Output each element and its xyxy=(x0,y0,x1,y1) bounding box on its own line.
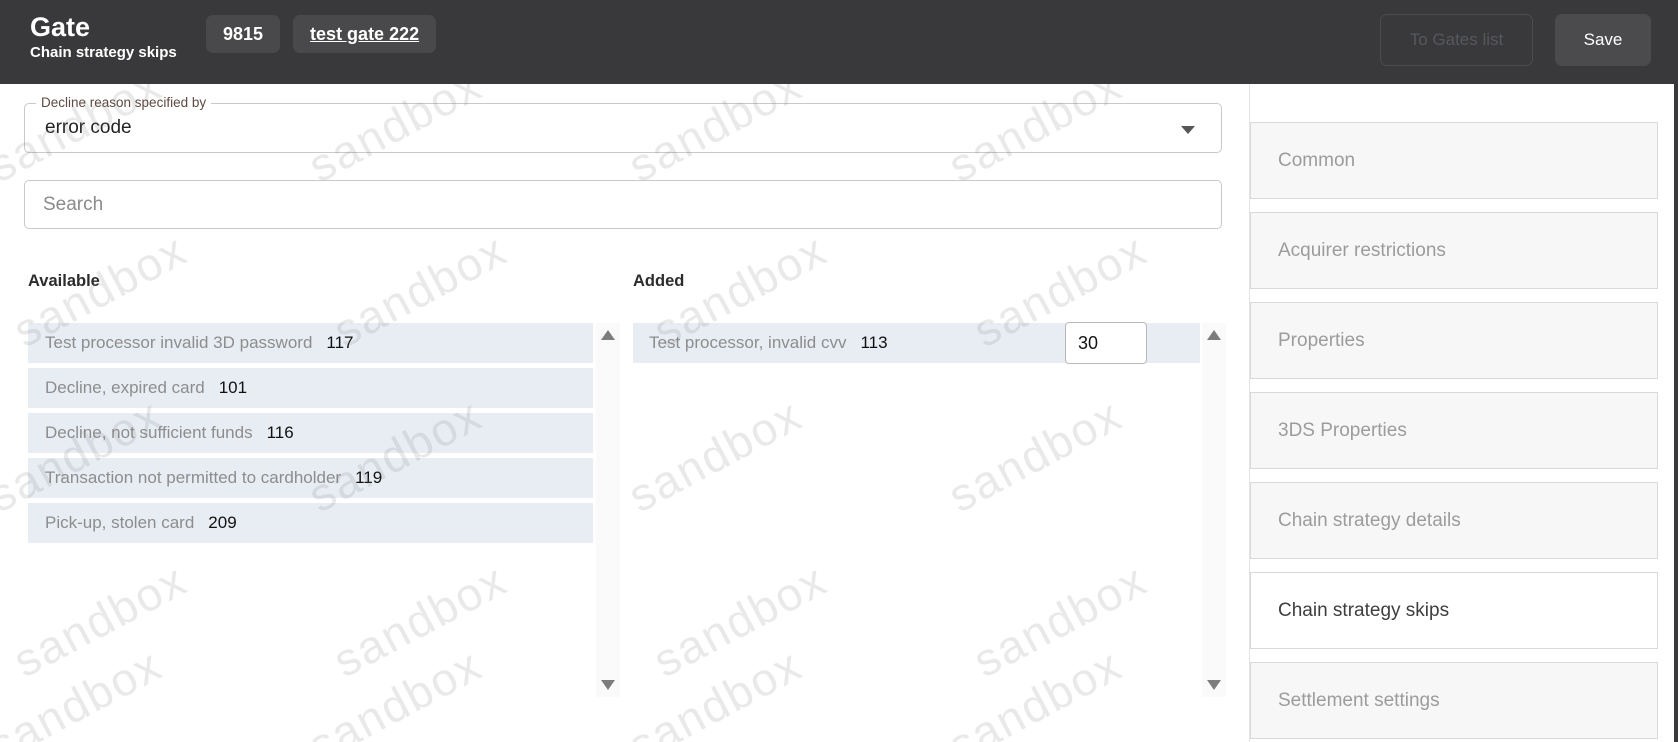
save-button[interactable]: Save xyxy=(1555,14,1651,66)
skip-value-input[interactable] xyxy=(1065,322,1147,364)
decline-reason-name: Test processor, invalid cvv xyxy=(649,333,846,353)
scroll-up-icon[interactable] xyxy=(601,330,615,340)
decline-reason-name: Transaction not permitted to cardholder xyxy=(45,468,341,488)
gate-name-link[interactable]: test gate 222 xyxy=(310,24,419,45)
available-list-item[interactable]: Decline, expired card 101 xyxy=(28,368,593,408)
sidebar-item-properties[interactable]: Properties xyxy=(1250,302,1658,379)
sidebar-item-label: Properties xyxy=(1278,330,1365,352)
page-title-block: Gate Chain strategy skips xyxy=(30,12,177,62)
sandbox-watermark: sandbox xyxy=(939,387,1130,523)
sandbox-watermark: sandbox xyxy=(619,387,810,523)
added-heading: Added xyxy=(633,272,684,291)
sidebar-item-label: Chain strategy skips xyxy=(1278,600,1449,622)
app-header: Gate Chain strategy skips 9815 test gate… xyxy=(0,0,1678,84)
decline-reason-code: 117 xyxy=(326,333,353,353)
sandbox-watermark: sandbox xyxy=(299,637,490,742)
decline-reason-code: 116 xyxy=(267,423,294,443)
decline-reason-code: 101 xyxy=(219,378,247,398)
decline-reason-code: 113 xyxy=(860,333,887,353)
chevron-down-icon xyxy=(1181,126,1195,134)
sidebar-item-label: Settlement settings xyxy=(1278,690,1440,712)
sandbox-watermark: sandbox xyxy=(619,637,810,742)
sandbox-watermark: sandbox xyxy=(964,552,1155,688)
sidebar-item-settlement-settings[interactable]: Settlement settings xyxy=(1250,662,1658,739)
sidebar-item-3ds-properties[interactable]: 3DS Properties xyxy=(1250,392,1658,469)
added-scrollbar[interactable] xyxy=(1202,323,1226,697)
sidebar-item-common[interactable]: Common xyxy=(1250,122,1658,199)
sidebar-item-chain-strategy-skips[interactable]: Chain strategy skips xyxy=(1250,572,1658,649)
gate-name-chip[interactable]: test gate 222 xyxy=(293,15,436,53)
sandbox-watermark: sandbox xyxy=(0,637,171,742)
scroll-down-icon[interactable] xyxy=(601,680,615,690)
decline-reason-name: Decline, not sufficient funds xyxy=(45,423,253,443)
sandbox-watermark: sandbox xyxy=(4,552,195,688)
window-edge xyxy=(1674,0,1678,742)
search-field xyxy=(24,180,1222,229)
scroll-down-icon[interactable] xyxy=(1207,680,1221,690)
available-heading: Available xyxy=(28,272,100,291)
sidebar-item-label: Acquirer restrictions xyxy=(1278,240,1446,262)
decline-reason-code: 209 xyxy=(208,513,236,533)
settings-sidebar: Common Acquirer restrictions Properties … xyxy=(1249,84,1678,742)
decline-reason-name: Decline, expired card xyxy=(45,378,205,398)
gate-id-badge: 9815 xyxy=(206,15,280,53)
decline-reason-select[interactable]: Decline reason specified by error code xyxy=(24,103,1222,153)
to-gates-list-button[interactable]: To Gates list xyxy=(1380,14,1533,66)
available-scrollbar[interactable] xyxy=(596,323,620,697)
added-list-item[interactable]: Test processor, invalid cvv 113 xyxy=(633,323,1200,363)
decline-reason-code: 119 xyxy=(355,468,382,488)
decline-reason-name: Pick-up, stolen card xyxy=(45,513,194,533)
available-list-item[interactable]: Transaction not permitted to cardholder … xyxy=(28,458,593,498)
search-input[interactable] xyxy=(25,181,1221,228)
available-list-item[interactable]: Test processor invalid 3D password 117 xyxy=(28,323,593,363)
available-list-item[interactable]: Decline, not sufficient funds 116 xyxy=(28,413,593,453)
decline-reason-name: Test processor invalid 3D password xyxy=(45,333,312,353)
sandbox-watermark: sandbox xyxy=(644,552,835,688)
sandbox-watermark: sandbox xyxy=(324,552,515,688)
sandbox-watermark: sandbox xyxy=(939,637,1130,742)
page-subtitle: Chain strategy skips xyxy=(30,44,177,62)
sidebar-item-chain-strategy-details[interactable]: Chain strategy details xyxy=(1250,482,1658,559)
scroll-up-icon[interactable] xyxy=(1207,330,1221,340)
sidebar-item-acquirer-restrictions[interactable]: Acquirer restrictions xyxy=(1250,212,1658,289)
decline-reason-value: error code xyxy=(45,104,132,152)
gate-chips: 9815 test gate 222 xyxy=(206,15,436,53)
available-list-item[interactable]: Pick-up, stolen card 209 xyxy=(28,503,593,543)
sidebar-item-label: 3DS Properties xyxy=(1278,420,1407,442)
sidebar-item-label: Common xyxy=(1278,150,1355,172)
page-title: Gate xyxy=(30,12,177,42)
sidebar-item-label: Chain strategy details xyxy=(1278,510,1461,532)
